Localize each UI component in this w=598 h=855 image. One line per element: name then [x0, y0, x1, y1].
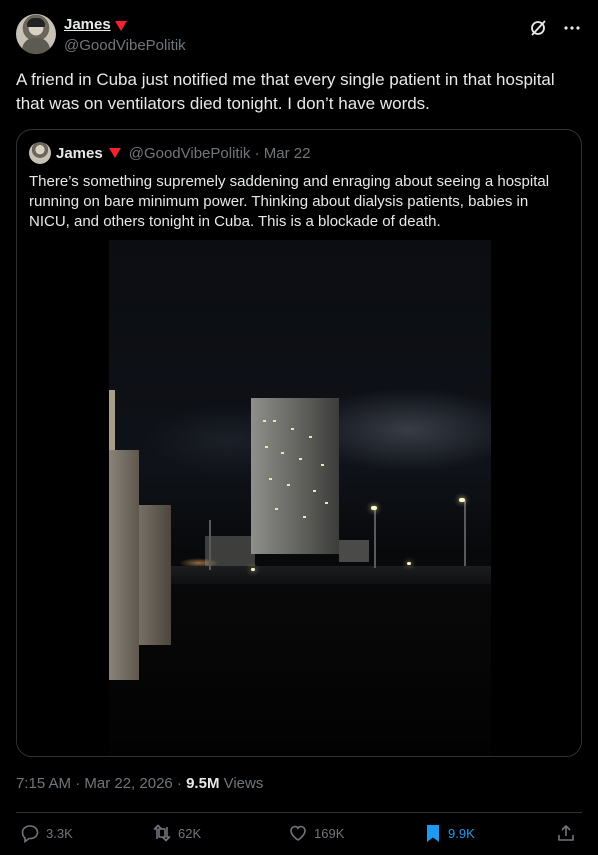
- bookmark-icon: [427, 825, 439, 842]
- hospital-building: [251, 398, 339, 554]
- quoted-avatar: [29, 142, 51, 164]
- timestamp[interactable]: 7:15 AM · Mar 22, 2026 ·: [16, 775, 186, 792]
- quoted-tweet-header: James @GoodVibePolitik · Mar 22: [29, 142, 310, 164]
- repost-count: 62K: [178, 825, 202, 841]
- repost-button[interactable]: 62K: [152, 823, 201, 843]
- more-icon[interactable]: [562, 18, 582, 38]
- bookmark-count: 9.9K: [448, 825, 475, 841]
- avatar[interactable]: [16, 14, 56, 54]
- tweet-header: James @GoodVibePolitik: [16, 14, 582, 58]
- views-count: 9.5M: [186, 775, 220, 792]
- share-icon: [558, 825, 574, 841]
- heart-icon: [290, 825, 306, 841]
- quoted-media[interactable]: [17, 240, 581, 756]
- header-actions: [528, 18, 582, 38]
- repost-icon: [153, 824, 171, 842]
- reply-count: 3.3K: [46, 825, 73, 841]
- bookmark-button[interactable]: 9.9K: [424, 823, 475, 843]
- divider: [16, 812, 582, 813]
- author-handle[interactable]: @GoodVibePolitik: [64, 37, 186, 54]
- reply-button[interactable]: 3.3K: [20, 823, 73, 843]
- author-name[interactable]: James: [64, 16, 111, 33]
- views-label: Views: [219, 775, 264, 792]
- tweet-meta: 7:15 AM · Mar 22, 2026 · 9.5M Views: [16, 775, 263, 792]
- night-hospital-photo[interactable]: [109, 240, 491, 756]
- like-button[interactable]: 169K: [288, 823, 344, 843]
- grok-icon[interactable]: [528, 18, 548, 38]
- red-triangle-badge-icon: [108, 148, 121, 158]
- author-name-row: James: [64, 16, 127, 33]
- share-button[interactable]: [556, 823, 576, 843]
- red-triangle-badge-icon: [114, 20, 127, 31]
- quoted-tweet-text: There’s something supremely saddening an…: [29, 173, 550, 230]
- tweet-text: A friend in Cuba just notified me that e…: [16, 70, 555, 113]
- action-bar: 3.3K 62K 169K 9.9K: [20, 823, 576, 847]
- like-count: 169K: [314, 825, 345, 841]
- quoted-handle-date: @GoodVibePolitik · Mar 22: [128, 144, 311, 162]
- quoted-author-name: James: [56, 144, 103, 162]
- quoted-tweet[interactable]: James @GoodVibePolitik · Mar 22 There’s …: [16, 129, 582, 757]
- reply-icon: [21, 825, 39, 843]
